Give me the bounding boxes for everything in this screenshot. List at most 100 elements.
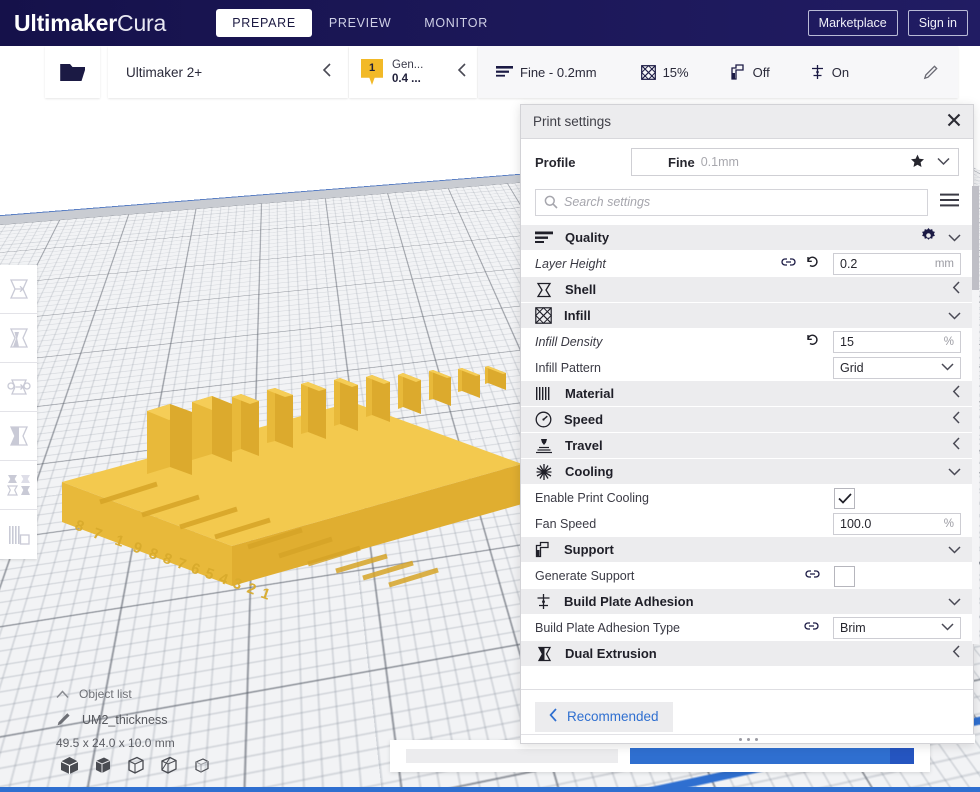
view-shaded-button[interactable] <box>93 756 112 780</box>
chevron-left-icon[interactable] <box>952 436 961 455</box>
view-solid-button[interactable] <box>60 756 79 780</box>
category-infill[interactable]: Infill <box>521 303 973 329</box>
view-wireframe-button[interactable] <box>126 756 145 780</box>
print-setup-infill-value: 15% <box>662 64 689 80</box>
open-file-button[interactable] <box>45 46 100 98</box>
settings-scrollbar-thumb[interactable] <box>972 186 979 290</box>
tab-monitor[interactable]: MONITOR <box>408 9 504 37</box>
sign-in-button[interactable]: Sign in <box>907 10 968 36</box>
support-blocker-tool[interactable] <box>0 510 37 559</box>
setting-infill-density-input[interactable]: 15 % <box>833 331 961 353</box>
setting-infill-density-icons <box>805 333 819 351</box>
category-quality[interactable]: Quality <box>521 225 973 251</box>
chevron-down-icon[interactable] <box>948 229 961 247</box>
adhesion-icon <box>811 65 823 79</box>
configuration-bar: Ultimaker 2+ 1 Gen... 0.4 ... Fine - 0.2… <box>0 46 980 98</box>
category-dual-extrusion[interactable]: Dual Extrusion <box>521 641 973 667</box>
category-shell[interactable]: Shell <box>521 277 973 303</box>
view-outline-button[interactable] <box>192 756 211 780</box>
chevron-left-icon[interactable] <box>952 384 961 403</box>
enable-print-cooling-checkbox[interactable] <box>834 487 855 509</box>
chevron-left-icon[interactable] <box>952 280 961 299</box>
chevron-down-icon[interactable] <box>948 593 961 611</box>
revert-icon[interactable] <box>805 333 819 351</box>
time-estimate-placeholder <box>406 749 618 763</box>
search-settings-box[interactable] <box>535 188 928 216</box>
settings-scrollbar[interactable] <box>972 186 979 644</box>
folder-open-icon <box>59 64 85 81</box>
link-icon[interactable] <box>781 255 796 273</box>
chevron-down-icon[interactable] <box>948 463 961 481</box>
category-quality-controls <box>921 227 961 248</box>
gear-icon[interactable] <box>921 227 936 248</box>
category-build-plate-adhesion[interactable]: Build Plate Adhesion <box>521 589 973 615</box>
print-setup-support[interactable]: Off <box>730 64 770 80</box>
fan-speed-value: 100.0 <box>840 517 872 531</box>
generate-support-checkbox[interactable] <box>834 565 855 587</box>
infill-icon <box>535 307 552 324</box>
setting-fan-speed-input[interactable]: 100.0 % <box>833 513 961 535</box>
extruder-selector[interactable]: 1 Gen... 0.4 ... <box>349 46 477 98</box>
header-actions: Marketplace Sign in <box>807 10 968 36</box>
print-setup-profile-value: Fine - 0.2mm <box>520 64 597 80</box>
save-print-bar[interactable] <box>390 740 930 772</box>
star-icon[interactable] <box>910 154 925 171</box>
print-setup-selector[interactable]: Fine - 0.2mm 15% Off On <box>478 46 958 98</box>
print-setup-adhesion[interactable]: On <box>810 64 849 80</box>
setting-infill-density-label: Infill Density <box>535 335 603 349</box>
slice-button[interactable] <box>630 748 914 764</box>
print-setup-profile[interactable]: Fine - 0.2mm <box>496 65 597 80</box>
profile-dropdown[interactable]: Fine 0.1mm <box>631 148 959 176</box>
profile-value: Fine <box>668 154 695 170</box>
close-icon[interactable] <box>947 113 961 131</box>
print-setup-edit-button[interactable] <box>923 64 938 80</box>
category-support[interactable]: Support <box>521 537 973 563</box>
chevron-left-icon[interactable] <box>952 644 961 663</box>
category-travel-label: Travel <box>565 438 603 453</box>
scale-tool[interactable] <box>0 314 37 363</box>
machine-selector[interactable]: Ultimaker 2+ <box>108 46 348 98</box>
category-cooling[interactable]: Cooling <box>521 459 973 485</box>
tab-prepare[interactable]: PREPARE <box>216 9 313 37</box>
chevron-left-icon <box>322 62 332 82</box>
tab-preview[interactable]: PREVIEW <box>312 9 408 37</box>
chevron-down-icon[interactable] <box>948 541 961 559</box>
chevron-down-icon[interactable] <box>948 307 961 325</box>
hamburger-icon[interactable] <box>940 193 959 212</box>
setting-layer-height-icons <box>781 255 819 273</box>
setting-infill-density: Infill Density 15 % <box>521 329 973 355</box>
per-model-settings-tool[interactable] <box>0 461 37 510</box>
marketplace-button[interactable]: Marketplace <box>807 10 898 36</box>
object-list-toggle[interactable]: Object list <box>56 687 175 701</box>
search-input[interactable] <box>564 195 919 209</box>
adhesion-icon <box>537 594 550 609</box>
category-dual-extrusion-label: Dual Extrusion <box>565 646 657 661</box>
category-travel[interactable]: Travel <box>521 433 973 459</box>
rotate-tool[interactable] <box>0 363 37 412</box>
setting-build-plate-adhesion-type-icons <box>804 619 819 637</box>
category-speed-controls <box>952 410 961 429</box>
link-icon[interactable] <box>805 567 820 585</box>
chevron-left-icon[interactable] <box>952 410 961 429</box>
setting-infill-pattern-select[interactable]: Grid <box>833 357 961 379</box>
settings-scroll-area[interactable]: Quality Layer Height 0.2 mm Shell Infill… <box>521 225 973 689</box>
setting-layer-height-input[interactable]: 0.2 mm <box>833 253 961 275</box>
shell-icon <box>536 282 552 297</box>
setting-generate-support-icons <box>805 567 820 585</box>
mirror-tool[interactable] <box>0 412 37 461</box>
view-xray-button[interactable] <box>159 756 178 780</box>
link-icon[interactable] <box>804 619 819 637</box>
category-speed[interactable]: Speed <box>521 407 973 433</box>
category-material[interactable]: Material <box>521 381 973 407</box>
chevron-down-icon <box>941 362 954 374</box>
recommended-button[interactable]: Recommended <box>535 701 673 732</box>
category-material-controls <box>952 384 961 403</box>
setting-fan-speed-label: Fan Speed <box>535 517 597 531</box>
move-tool[interactable] <box>0 265 37 314</box>
build-plate-adhesion-type-select[interactable]: Brim <box>833 617 961 639</box>
object-list-item[interactable]: UM2_thickness <box>56 712 175 727</box>
settings-list: Quality Layer Height 0.2 mm Shell Infill… <box>521 225 973 667</box>
panel-resize-grip[interactable] <box>521 734 975 743</box>
revert-icon[interactable] <box>805 255 819 273</box>
print-setup-infill[interactable]: 15% <box>640 64 689 80</box>
